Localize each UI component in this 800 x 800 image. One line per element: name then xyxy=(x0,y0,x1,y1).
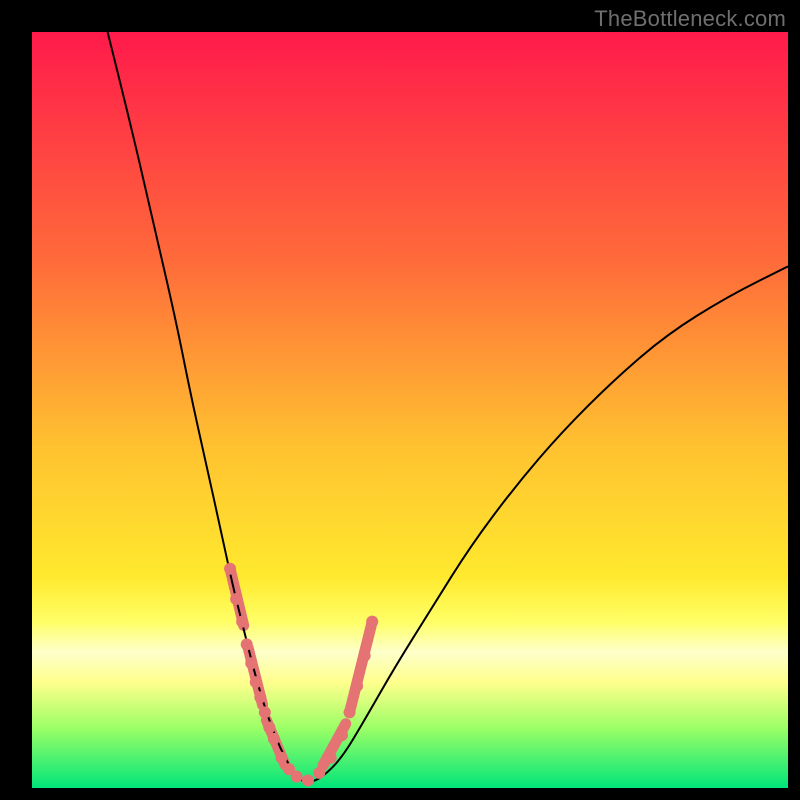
data-point xyxy=(302,774,314,786)
data-point xyxy=(366,616,378,628)
data-point xyxy=(241,638,253,650)
chart-frame: TheBottleneck.com xyxy=(0,0,800,800)
data-point xyxy=(275,752,287,764)
data-point xyxy=(263,722,275,734)
data-point xyxy=(250,676,262,688)
data-point xyxy=(336,729,348,741)
data-point xyxy=(236,616,248,628)
data-point xyxy=(291,771,303,783)
data-point xyxy=(351,680,363,692)
watermark-text: TheBottleneck.com xyxy=(594,6,786,32)
data-point xyxy=(245,657,257,669)
data-point xyxy=(230,593,242,605)
chart-plot xyxy=(32,32,788,788)
data-point xyxy=(268,733,280,745)
data-point xyxy=(359,650,371,662)
chart-background xyxy=(32,32,788,788)
data-point xyxy=(325,752,337,764)
data-point xyxy=(254,691,266,703)
data-point xyxy=(224,563,236,575)
data-point xyxy=(344,706,356,718)
data-point xyxy=(313,767,325,779)
data-point xyxy=(259,706,271,718)
